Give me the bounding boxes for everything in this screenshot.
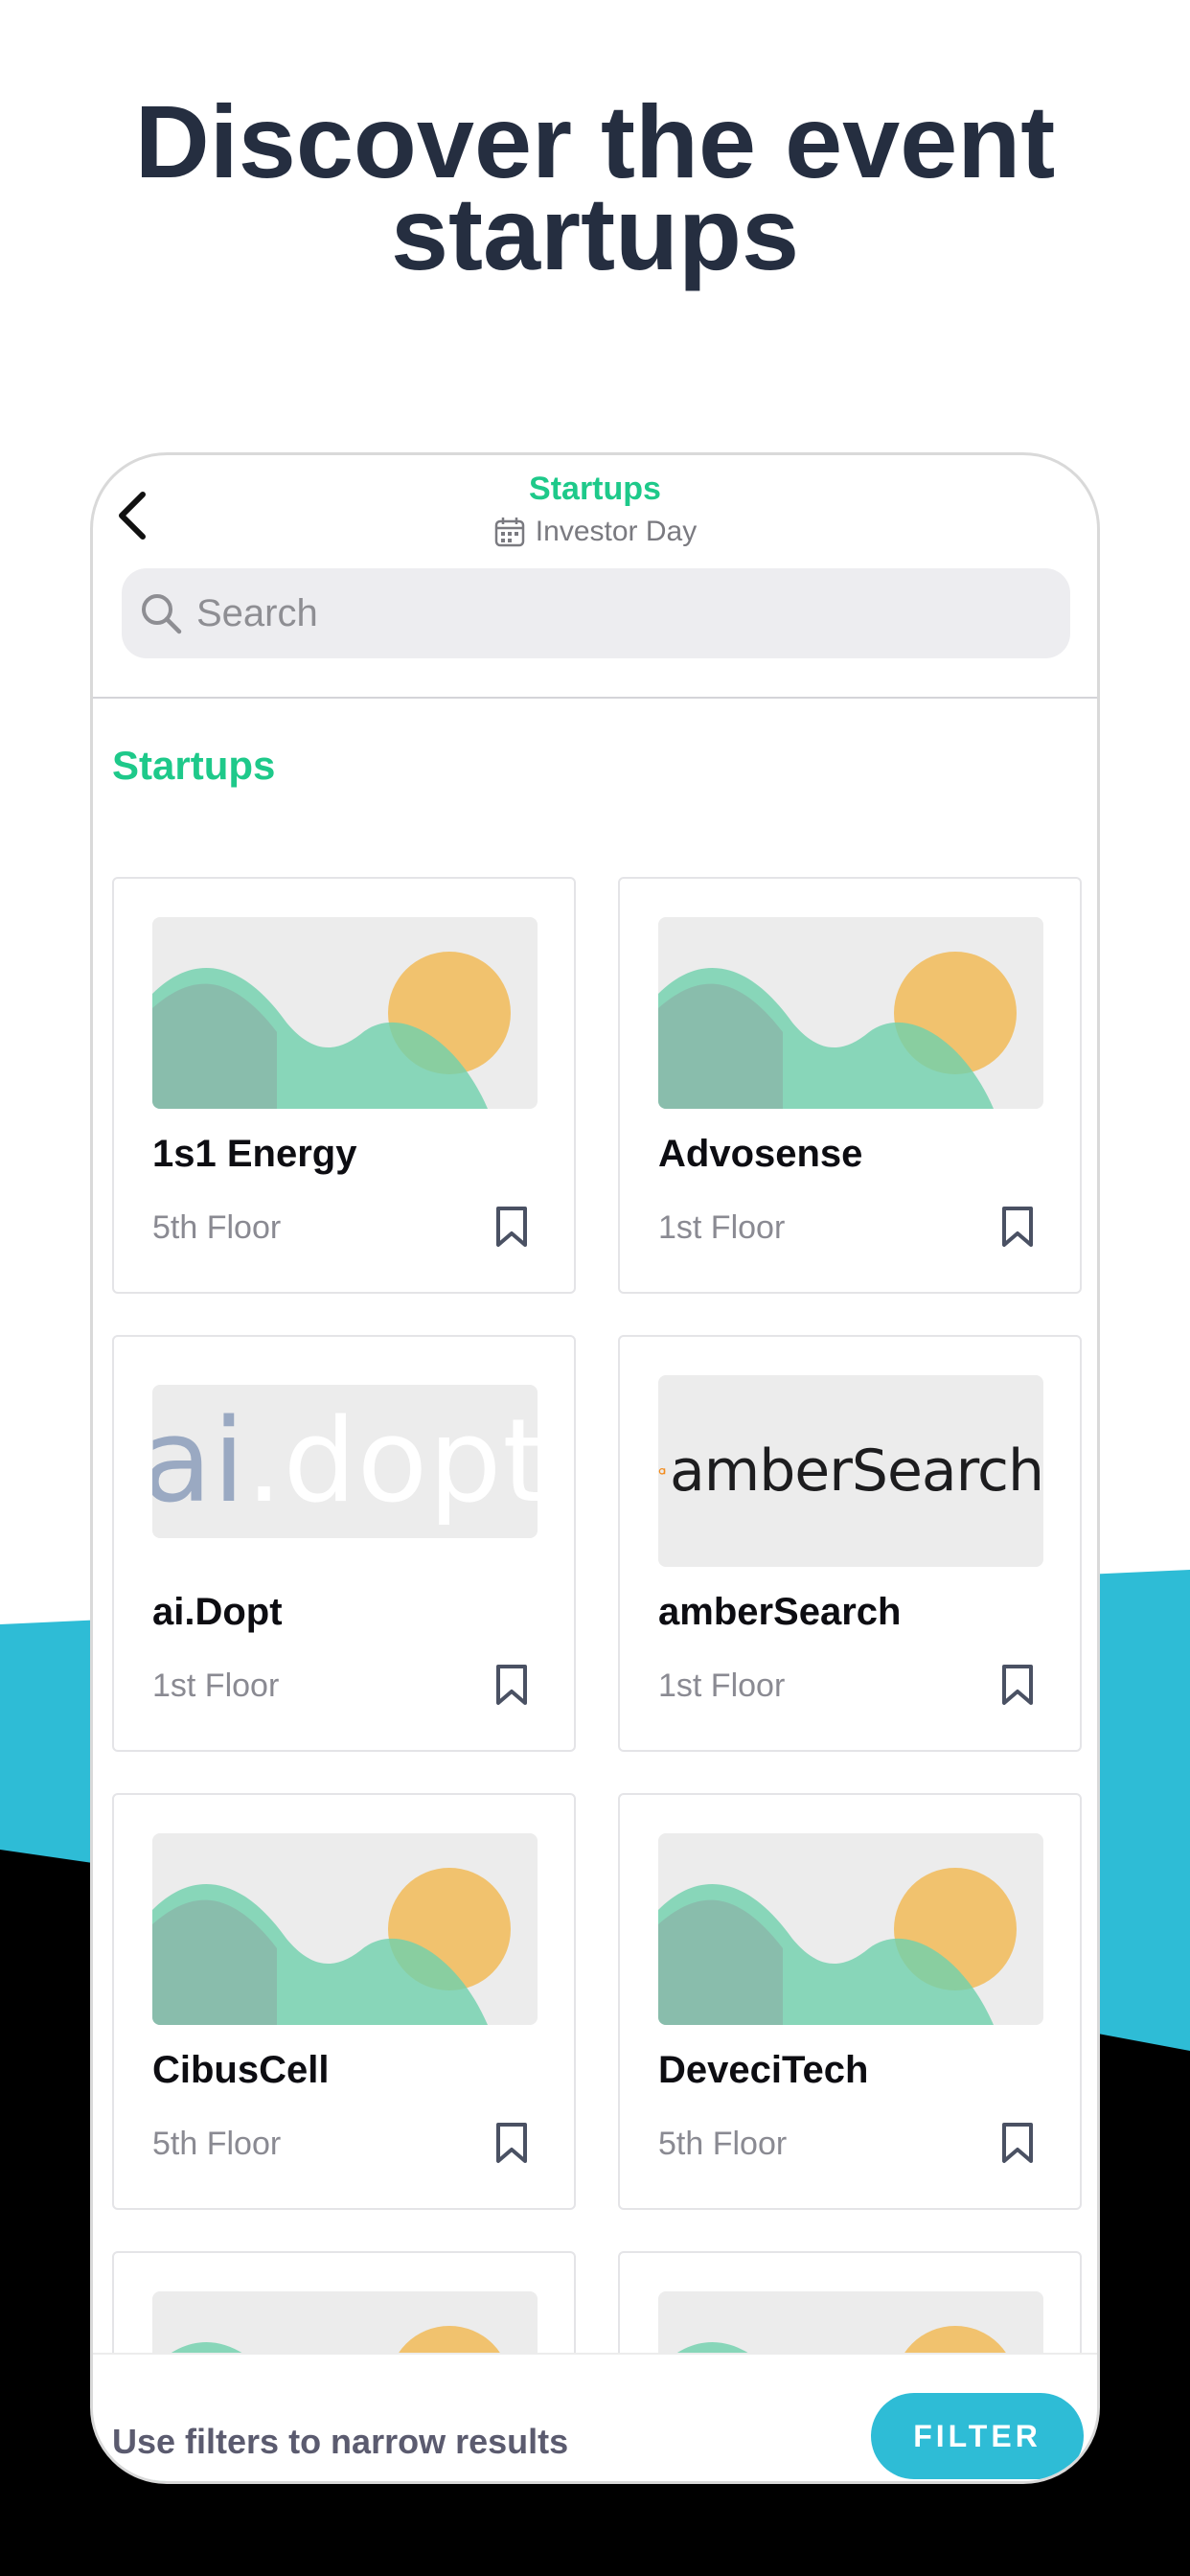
nav-bar: Startups Investor Day Search (93, 455, 1097, 700)
bookmark-icon (496, 2123, 527, 2163)
nav-title: Startups (529, 471, 661, 507)
calendar-icon (494, 518, 525, 547)
startup-card[interactable]: CibusCell 5th Floor (112, 1793, 576, 2210)
startup-card[interactable]: 1s1 Energy 5th Floor (112, 877, 576, 1294)
bookmark-button[interactable] (488, 2116, 536, 2170)
bookmark-button[interactable] (994, 1658, 1041, 1712)
startup-floor: 5th Floor (658, 2126, 788, 2162)
event-label: Investor Day (93, 516, 1097, 548)
event-name: Investor Day (535, 516, 698, 547)
startup-floor: 5th Floor (152, 2126, 282, 2162)
startup-name: amberSearch (658, 1591, 902, 1633)
startup-name: CibusCell (152, 2049, 330, 2091)
filter-button[interactable]: FILTER (871, 2393, 1084, 2479)
ambersearch-mark-icon (658, 1467, 666, 1475)
section-title: Startups (112, 743, 276, 788)
bookmark-button[interactable] (994, 1200, 1041, 1254)
startup-floor: 1st Floor (658, 1209, 786, 1246)
page-headline: Discover the event startups (0, 83, 1190, 291)
headline-line-2: startups (390, 175, 800, 291)
bookmark-icon (1002, 1207, 1033, 1247)
search-icon (142, 594, 182, 634)
placeholder-image-icon (152, 917, 538, 1109)
aidopt-logo: ai.dopt (152, 1385, 538, 1538)
startup-floor: 5th Floor (152, 1209, 282, 1246)
headline-line-1: Discover the event (134, 83, 1056, 199)
startup-floor: 1st Floor (152, 1668, 280, 1704)
phone-frame: Startups Investor Day Search Startups 1s… (90, 452, 1100, 2484)
filter-bar: Use filters to narrow results FILTER (93, 2353, 1097, 2481)
startup-name: 1s1 Energy (152, 1133, 357, 1175)
placeholder-image-icon (658, 917, 1043, 1109)
startup-floor: 1st Floor (658, 1668, 786, 1704)
placeholder-image-icon (152, 1833, 538, 2025)
startup-name: Advosense (658, 1133, 863, 1175)
bookmark-button[interactable] (488, 1658, 536, 1712)
startup-card[interactable]: DeveciTech 5th Floor (618, 1793, 1082, 2210)
bookmark-button[interactable] (994, 2116, 1041, 2170)
divider (93, 697, 1097, 699)
bookmark-icon (1002, 2123, 1033, 2163)
ambersearch-logo: amberSearch (658, 1375, 1043, 1567)
search-input[interactable]: Search (122, 568, 1070, 658)
search-placeholder: Search (196, 591, 318, 634)
bookmark-icon (496, 1207, 527, 1247)
filter-hint: Use filters to narrow results (112, 2422, 569, 2461)
startup-name: ai.Dopt (152, 1591, 283, 1633)
startup-name: DeveciTech (658, 2049, 869, 2091)
startup-card[interactable]: amberSearch amberSearch 1st Floor (618, 1335, 1082, 1752)
bookmark-button[interactable] (488, 1200, 536, 1254)
placeholder-image-icon (658, 1833, 1043, 2025)
bookmark-icon (1002, 1665, 1033, 1705)
bookmark-icon (496, 1665, 527, 1705)
startup-card[interactable]: Advosense 1st Floor (618, 877, 1082, 1294)
startup-card[interactable]: ai.dopt ai.Dopt 1st Floor (112, 1335, 576, 1752)
